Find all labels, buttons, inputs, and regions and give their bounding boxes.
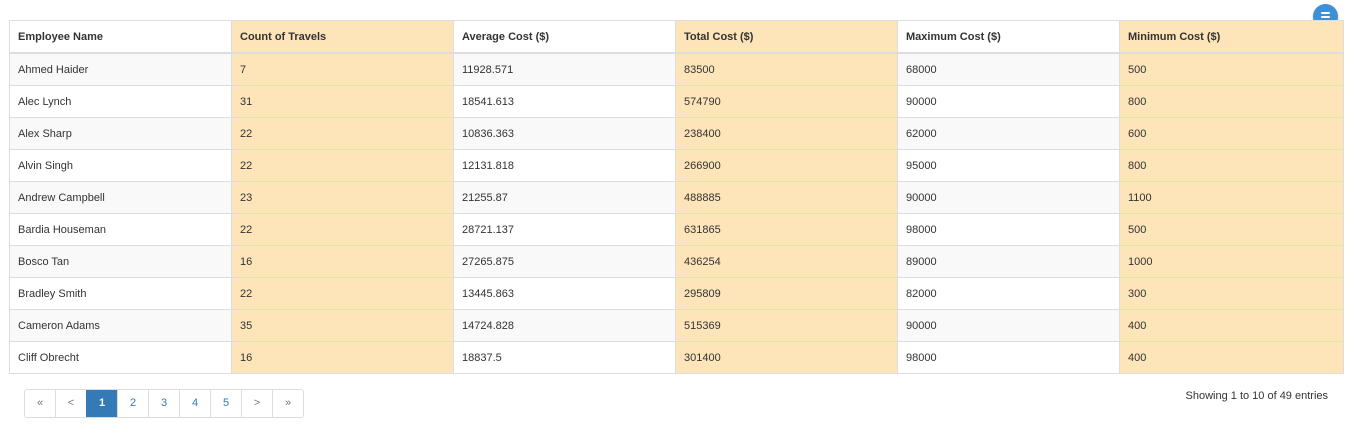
table-row: Ahmed Haider 7 11928.571 83500 68000 500 [9,52,1344,86]
table-cell: 23 [231,181,454,214]
table-cell: 238400 [675,117,898,150]
table-cell: 500 [1119,52,1344,86]
page-button-5[interactable]: 5 [210,390,241,417]
column-header[interactable]: Minimum Cost ($) [1119,20,1344,54]
table-cell: Alec Lynch [9,85,232,118]
table-cell: 98000 [897,213,1120,246]
table-cell: 1000 [1119,245,1344,278]
table-header: Employee Name Count of Travels Average Cos… [9,20,1344,54]
table-cell: Bosco Tan [9,245,232,278]
table-cell: 35 [231,309,454,342]
table-row: Alec Lynch 31 18541.613 574790 90000 800 [9,85,1344,118]
pagination: «<1 2 3 4 5 >» [24,389,304,418]
table-cell: 1100 [1119,181,1344,214]
column-header[interactable]: Total Cost ($) [675,20,898,54]
table-cell: 95000 [897,149,1120,182]
page-button-4[interactable]: 4 [179,390,210,417]
table-cell: Bradley Smith [9,277,232,310]
table-cell: 22 [231,213,454,246]
table-cell: 436254 [675,245,898,278]
column-header[interactable]: Maximum Cost ($) [897,20,1120,54]
table-row: Alex Sharp 22 10836.363 238400 62000 600 [9,117,1344,150]
table-cell: 10836.363 [453,117,676,150]
table-cell: 31 [231,85,454,118]
table-cell: 300 [1119,277,1344,310]
table-row: Bradley Smith 22 13445.863 295809 82000 300 [9,277,1344,310]
table-cell: 400 [1119,309,1344,342]
table-cell: 301400 [675,341,898,374]
table-cell: Bardia Houseman [9,213,232,246]
table-cell: 16 [231,341,454,374]
table-row: Bardia Houseman 22 28721.137 631865 98000 500 [9,213,1344,246]
table-row: Cliff Obrecht 16 18837.5 301400 98000 400 [9,341,1344,374]
table-cell: 574790 [675,85,898,118]
table-cell: 800 [1119,85,1344,118]
page-button-2[interactable]: 2 [117,390,148,417]
table-cell: 28721.137 [453,213,676,246]
table-cell: 90000 [897,85,1120,118]
table-body: Ahmed Haider 7 11928.571 83500 68000 500 Alec … [9,52,1344,374]
table-cell: 98000 [897,341,1120,374]
table-cell: Cameron Adams [9,309,232,342]
table-cell: 7 [231,52,454,86]
table-cell: 22 [231,117,454,150]
table-cell: 82000 [897,277,1120,310]
table-cell: 11928.571 [453,52,676,86]
table-cell: 22 [231,149,454,182]
table-cell: 400 [1119,341,1344,374]
table-cell: 90000 [897,309,1120,342]
table-cell: 800 [1119,149,1344,182]
table-cell: 68000 [897,52,1120,86]
table-cell: Alex Sharp [9,117,232,150]
prev-page-button[interactable]: < [55,390,86,417]
first-page-button[interactable]: « [25,390,55,417]
column-header[interactable]: Average Cost ($) [453,20,676,54]
next-page-button[interactable]: > [241,390,272,417]
table-cell: 83500 [675,52,898,86]
table-cell: 22 [231,277,454,310]
data-table: Employee Name Count of Travels Average Cos… [9,20,1344,374]
table-cell: Cliff Obrecht [9,341,232,374]
table-cell: 18837.5 [453,341,676,374]
table-cell: 89000 [897,245,1120,278]
table-cell: Andrew Campbell [9,181,232,214]
page-button-1[interactable]: 1 [86,390,117,417]
table-row: Cameron Adams 35 14724.828 515369 90000 400 [9,309,1344,342]
last-page-button[interactable]: » [272,390,303,417]
table-cell: 515369 [675,309,898,342]
table-row: Alvin Singh 22 12131.818 266900 95000 800 [9,149,1344,182]
table-cell: Ahmed Haider [9,52,232,86]
table-cell: 13445.863 [453,277,676,310]
table-cell: 27265.875 [453,245,676,278]
table-cell: 600 [1119,117,1344,150]
table-cell: Alvin Singh [9,149,232,182]
entries-info: Showing 1 to 10 of 49 entries [1185,390,1328,402]
table-cell: 12131.818 [453,149,676,182]
table-cell: 14724.828 [453,309,676,342]
table-cell: 631865 [675,213,898,246]
header-row: Employee Name Count of Travels Average Cos… [9,20,1344,54]
table-cell: 18541.613 [453,85,676,118]
table-cell: 488885 [675,181,898,214]
table-cell: 500 [1119,213,1344,246]
table-cell: 295809 [675,277,898,310]
table-cell: 16 [231,245,454,278]
column-header[interactable]: Count of Travels [231,20,454,54]
table-cell: 266900 [675,149,898,182]
table-cell: 90000 [897,181,1120,214]
table-cell: 21255.87 [453,181,676,214]
column-header[interactable]: Employee Name [9,20,232,54]
table-row: Andrew Campbell 23 21255.87 488885 90000 1100 [9,181,1344,214]
table-row: Bosco Tan 16 27265.875 436254 89000 1000 [9,245,1344,278]
page-button-3[interactable]: 3 [148,390,179,417]
table-cell: 62000 [897,117,1120,150]
